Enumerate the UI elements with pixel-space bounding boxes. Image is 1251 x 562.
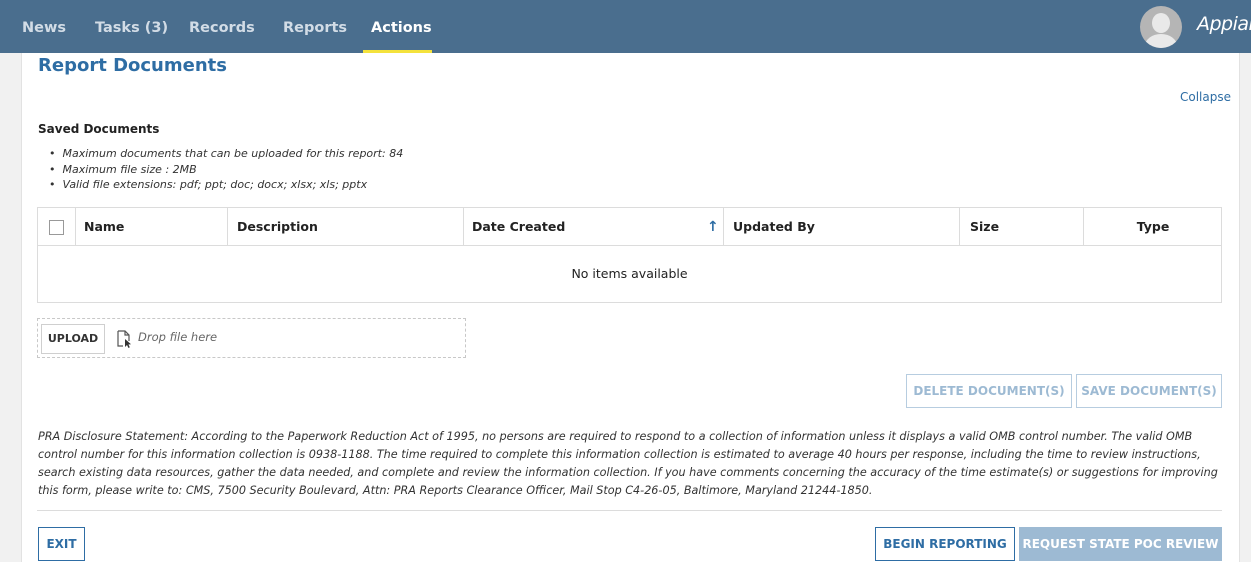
arrow-up-icon[interactable]: ↑: [707, 208, 719, 246]
column-header-description[interactable]: Description: [237, 208, 318, 246]
column-header-name[interactable]: Name: [84, 208, 124, 246]
user-avatar[interactable]: [1140, 6, 1182, 48]
rule-max-file-size: Maximum file size : 2MB: [50, 162, 403, 178]
pra-disclosure-statement: PRA Disclosure Statement: According to t…: [38, 430, 1218, 497]
rule-valid-extensions: Valid file extensions: pdf; ppt; doc; do…: [50, 177, 403, 193]
column-divider: [227, 208, 228, 246]
avatar-body: [1145, 34, 1177, 48]
column-divider: [463, 208, 464, 246]
avatar-head: [1152, 13, 1170, 33]
column-header-size[interactable]: Size: [970, 208, 999, 246]
tab-news[interactable]: News: [22, 0, 66, 53]
footer-divider: [37, 510, 1222, 511]
section-title: Report Documents: [38, 55, 227, 76]
column-divider: [959, 208, 960, 246]
exit-button[interactable]: EXIT: [38, 527, 85, 561]
select-all-checkbox[interactable]: [49, 220, 64, 235]
documents-grid: Name Description Date Created ↑ Updated …: [37, 207, 1222, 303]
begin-reporting-button[interactable]: BEGIN REPORTING: [875, 527, 1015, 561]
top-nav-bar: News Tasks (3) Records Reports Actions A…: [0, 0, 1251, 53]
saved-documents-title: Saved Documents: [38, 122, 160, 136]
column-header-date-created[interactable]: Date Created: [472, 208, 565, 246]
column-divider: [75, 208, 76, 246]
column-divider: [723, 208, 724, 246]
grid-header: Name Description Date Created ↑ Updated …: [38, 208, 1221, 246]
collapse-link[interactable]: Collapse: [1180, 90, 1231, 104]
upload-rules-list: Maximum documents that can be uploaded f…: [50, 146, 404, 193]
column-header-updated-by[interactable]: Updated By: [733, 208, 815, 246]
rule-max-documents: Maximum documents that can be uploaded f…: [50, 146, 404, 162]
upload-button[interactable]: UPLOAD: [41, 324, 105, 354]
grid-empty-message: No items available: [571, 266, 688, 281]
request-state-poc-review-button[interactable]: REQUEST STATE POC REVIEW: [1019, 527, 1222, 561]
delete-documents-button[interactable]: DELETE DOCUMENT(S): [906, 374, 1072, 408]
column-header-type[interactable]: Type: [1083, 208, 1223, 246]
save-documents-button[interactable]: SAVE DOCUMENT(S): [1076, 374, 1222, 408]
tab-tasks[interactable]: Tasks (3): [95, 0, 168, 53]
file-drop-zone[interactable]: UPLOAD Drop file here: [37, 318, 466, 358]
tab-actions[interactable]: Actions: [371, 0, 432, 53]
tab-records[interactable]: Records: [189, 0, 255, 53]
tab-reports[interactable]: Reports: [283, 0, 347, 53]
file-drop-icon: [117, 330, 131, 348]
drop-file-hint: Drop file here: [138, 330, 218, 344]
appian-logo[interactable]: Appian: [1197, 13, 1251, 35]
